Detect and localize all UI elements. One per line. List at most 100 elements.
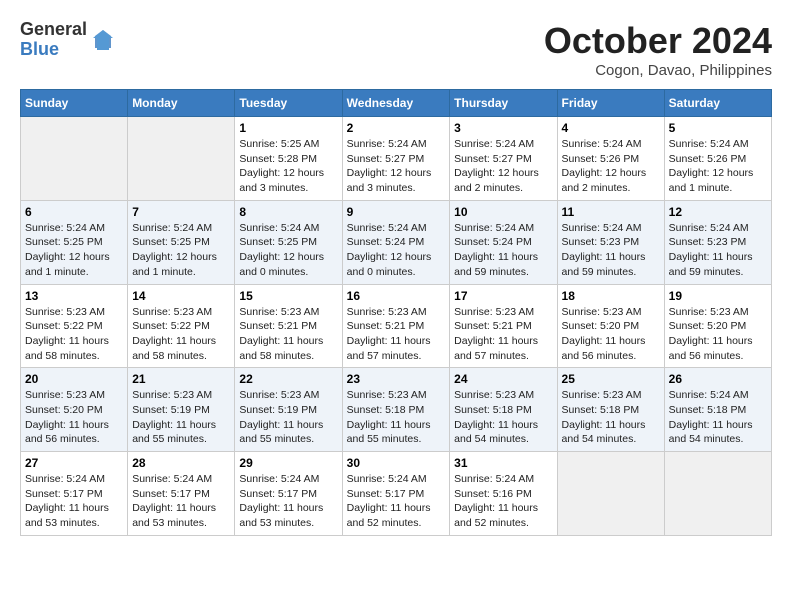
- day-number: 4: [562, 121, 660, 135]
- calendar-cell: 2Sunrise: 5:24 AM Sunset: 5:27 PM Daylig…: [342, 117, 450, 201]
- title-area: October 2024 Cogon, Davao, Philippines: [544, 20, 772, 79]
- logo: General Blue: [20, 20, 115, 60]
- calendar-cell: [128, 117, 235, 201]
- day-info: Sunrise: 5:24 AM Sunset: 5:16 PM Dayligh…: [454, 472, 552, 531]
- day-info: Sunrise: 5:23 AM Sunset: 5:20 PM Dayligh…: [25, 388, 123, 447]
- calendar-cell: 28Sunrise: 5:24 AM Sunset: 5:17 PM Dayli…: [128, 452, 235, 536]
- day-number: 19: [669, 289, 767, 303]
- weekday-header-tuesday: Tuesday: [235, 90, 342, 117]
- day-info: Sunrise: 5:24 AM Sunset: 5:27 PM Dayligh…: [454, 137, 552, 196]
- weekday-header-friday: Friday: [557, 90, 664, 117]
- day-number: 14: [132, 289, 230, 303]
- day-number: 23: [347, 372, 446, 386]
- day-number: 7: [132, 205, 230, 219]
- day-info: Sunrise: 5:23 AM Sunset: 5:18 PM Dayligh…: [562, 388, 660, 447]
- calendar-cell: [664, 452, 771, 536]
- day-number: 22: [239, 372, 337, 386]
- day-info: Sunrise: 5:23 AM Sunset: 5:20 PM Dayligh…: [562, 305, 660, 364]
- weekday-header-monday: Monday: [128, 90, 235, 117]
- calendar-cell: [557, 452, 664, 536]
- calendar-week-row: 6 Sunrise: 5:24 AM Sunset: 5:25 PM Daylig…: [21, 200, 772, 284]
- calendar-table: SundayMondayTuesdayWednesdayThursdayFrid…: [20, 89, 772, 536]
- day-number: 10: [454, 205, 552, 219]
- day-info: Sunrise: 5:24 AM Sunset: 5:26 PM Dayligh…: [669, 137, 767, 196]
- day-number: 1: [239, 121, 337, 135]
- calendar-cell: 15 Sunrise: 5:23 AM Sunset: 5:21 PM Dayli…: [235, 284, 342, 368]
- day-number: 6: [25, 205, 123, 219]
- calendar-cell: 11Sunrise: 5:24 AM Sunset: 5:23 PM Dayli…: [557, 200, 664, 284]
- day-info: Sunrise: 5:23 AM Sunset: 5:19 PM Dayligh…: [132, 388, 230, 447]
- calendar-week-row: 13Sunrise: 5:23 AM Sunset: 5:22 PM Dayli…: [21, 284, 772, 368]
- day-number: 20: [25, 372, 123, 386]
- day-info: Sunrise: 5:23 AM Sunset: 5:19 PM Dayligh…: [239, 388, 337, 447]
- day-number: 8: [239, 205, 337, 219]
- calendar-cell: 12 Sunrise: 5:24 AM Sunset: 5:23 PM Dayli…: [664, 200, 771, 284]
- day-number: 12: [669, 205, 767, 219]
- logo-icon: [91, 28, 115, 52]
- calendar-week-row: 1 Sunrise: 5:25 AM Sunset: 5:28 PM Daylig…: [21, 117, 772, 201]
- day-number: 30: [347, 456, 446, 470]
- calendar-cell: 16Sunrise: 5:23 AM Sunset: 5:21 PM Dayli…: [342, 284, 450, 368]
- day-info: Sunrise: 5:24 AM Sunset: 5:25 PM Dayligh…: [132, 221, 230, 280]
- day-info: Sunrise: 5:24 AM Sunset: 5:17 PM Dayligh…: [132, 472, 230, 531]
- calendar-cell: 21 Sunrise: 5:23 AM Sunset: 5:19 PM Dayli…: [128, 368, 235, 452]
- page-header: General Blue October 2024 Cogon, Davao, …: [20, 20, 772, 79]
- calendar-cell: 25Sunrise: 5:23 AM Sunset: 5:18 PM Dayli…: [557, 368, 664, 452]
- calendar-cell: 8 Sunrise: 5:24 AM Sunset: 5:25 PM Daylig…: [235, 200, 342, 284]
- day-info: Sunrise: 5:24 AM Sunset: 5:25 PM Dayligh…: [239, 221, 337, 280]
- calendar-cell: 20 Sunrise: 5:23 AM Sunset: 5:20 PM Dayli…: [21, 368, 128, 452]
- logo-general-text: General: [20, 20, 87, 40]
- weekday-header-wednesday: Wednesday: [342, 90, 450, 117]
- day-number: 5: [669, 121, 767, 135]
- calendar-cell: 27Sunrise: 5:24 AM Sunset: 5:17 PM Dayli…: [21, 452, 128, 536]
- calendar-cell: 10 Sunrise: 5:24 AM Sunset: 5:24 PM Dayli…: [450, 200, 557, 284]
- calendar-cell: [21, 117, 128, 201]
- weekday-header-row: SundayMondayTuesdayWednesdayThursdayFrid…: [21, 90, 772, 117]
- day-info: Sunrise: 5:24 AM Sunset: 5:24 PM Dayligh…: [454, 221, 552, 280]
- calendar-cell: 3 Sunrise: 5:24 AM Sunset: 5:27 PM Daylig…: [450, 117, 557, 201]
- calendar-cell: 6 Sunrise: 5:24 AM Sunset: 5:25 PM Daylig…: [21, 200, 128, 284]
- day-info: Sunrise: 5:24 AM Sunset: 5:18 PM Dayligh…: [669, 388, 767, 447]
- day-info: Sunrise: 5:24 AM Sunset: 5:23 PM Dayligh…: [669, 221, 767, 280]
- day-number: 2: [347, 121, 446, 135]
- calendar-cell: 29Sunrise: 5:24 AM Sunset: 5:17 PM Dayli…: [235, 452, 342, 536]
- calendar-cell: 23 Sunrise: 5:23 AM Sunset: 5:18 PM Dayli…: [342, 368, 450, 452]
- calendar-cell: 22 Sunrise: 5:23 AM Sunset: 5:19 PM Dayli…: [235, 368, 342, 452]
- calendar-week-row: 27 Sunrise: 5:24 AM Sunset: 5:17 PM Dayli…: [21, 452, 772, 536]
- weekday-header-saturday: Saturday: [664, 90, 771, 117]
- day-number: 29: [239, 456, 337, 470]
- month-title: October 2024: [544, 20, 772, 62]
- calendar-cell: 19 Sunrise: 5:23 AM Sunset: 5:20 PM Dayli…: [664, 284, 771, 368]
- day-number: 18: [562, 289, 660, 303]
- calendar-cell: 1 Sunrise: 5:25 AM Sunset: 5:28 PM Daylig…: [235, 117, 342, 201]
- calendar-cell: 14 Sunrise: 5:23 AM Sunset: 5:22 PM Dayli…: [128, 284, 235, 368]
- calendar-cell: 24Sunrise: 5:23 AM Sunset: 5:18 PM Dayli…: [450, 368, 557, 452]
- calendar-cell: 13Sunrise: 5:23 AM Sunset: 5:22 PM Dayli…: [21, 284, 128, 368]
- logo-blue-text: Blue: [20, 40, 87, 60]
- calendar-cell: 7 Sunrise: 5:24 AM Sunset: 5:25 PM Daylig…: [128, 200, 235, 284]
- day-info: Sunrise: 5:24 AM Sunset: 5:25 PM Dayligh…: [25, 221, 123, 280]
- day-number: 21: [132, 372, 230, 386]
- weekday-header-thursday: Thursday: [450, 90, 557, 117]
- day-number: 3: [454, 121, 552, 135]
- day-info: Sunrise: 5:23 AM Sunset: 5:18 PM Dayligh…: [347, 388, 446, 447]
- day-number: 15: [239, 289, 337, 303]
- location-subtitle: Cogon, Davao, Philippines: [544, 62, 772, 79]
- day-number: 26: [669, 372, 767, 386]
- day-info: Sunrise: 5:23 AM Sunset: 5:21 PM Dayligh…: [454, 305, 552, 364]
- calendar-cell: 30 Sunrise: 5:24 AM Sunset: 5:17 PM Dayli…: [342, 452, 450, 536]
- day-info: Sunrise: 5:23 AM Sunset: 5:20 PM Dayligh…: [669, 305, 767, 364]
- day-number: 27: [25, 456, 123, 470]
- calendar-cell: 4Sunrise: 5:24 AM Sunset: 5:26 PM Daylig…: [557, 117, 664, 201]
- day-info: Sunrise: 5:23 AM Sunset: 5:22 PM Dayligh…: [25, 305, 123, 364]
- calendar-week-row: 20 Sunrise: 5:23 AM Sunset: 5:20 PM Dayli…: [21, 368, 772, 452]
- day-info: Sunrise: 5:23 AM Sunset: 5:18 PM Dayligh…: [454, 388, 552, 447]
- day-info: Sunrise: 5:23 AM Sunset: 5:21 PM Dayligh…: [239, 305, 337, 364]
- calendar-cell: 18 Sunrise: 5:23 AM Sunset: 5:20 PM Dayli…: [557, 284, 664, 368]
- day-number: 17: [454, 289, 552, 303]
- day-info: Sunrise: 5:23 AM Sunset: 5:22 PM Dayligh…: [132, 305, 230, 364]
- day-info: Sunrise: 5:25 AM Sunset: 5:28 PM Dayligh…: [239, 137, 337, 196]
- day-info: Sunrise: 5:24 AM Sunset: 5:17 PM Dayligh…: [347, 472, 446, 531]
- calendar-cell: 31Sunrise: 5:24 AM Sunset: 5:16 PM Dayli…: [450, 452, 557, 536]
- day-number: 16: [347, 289, 446, 303]
